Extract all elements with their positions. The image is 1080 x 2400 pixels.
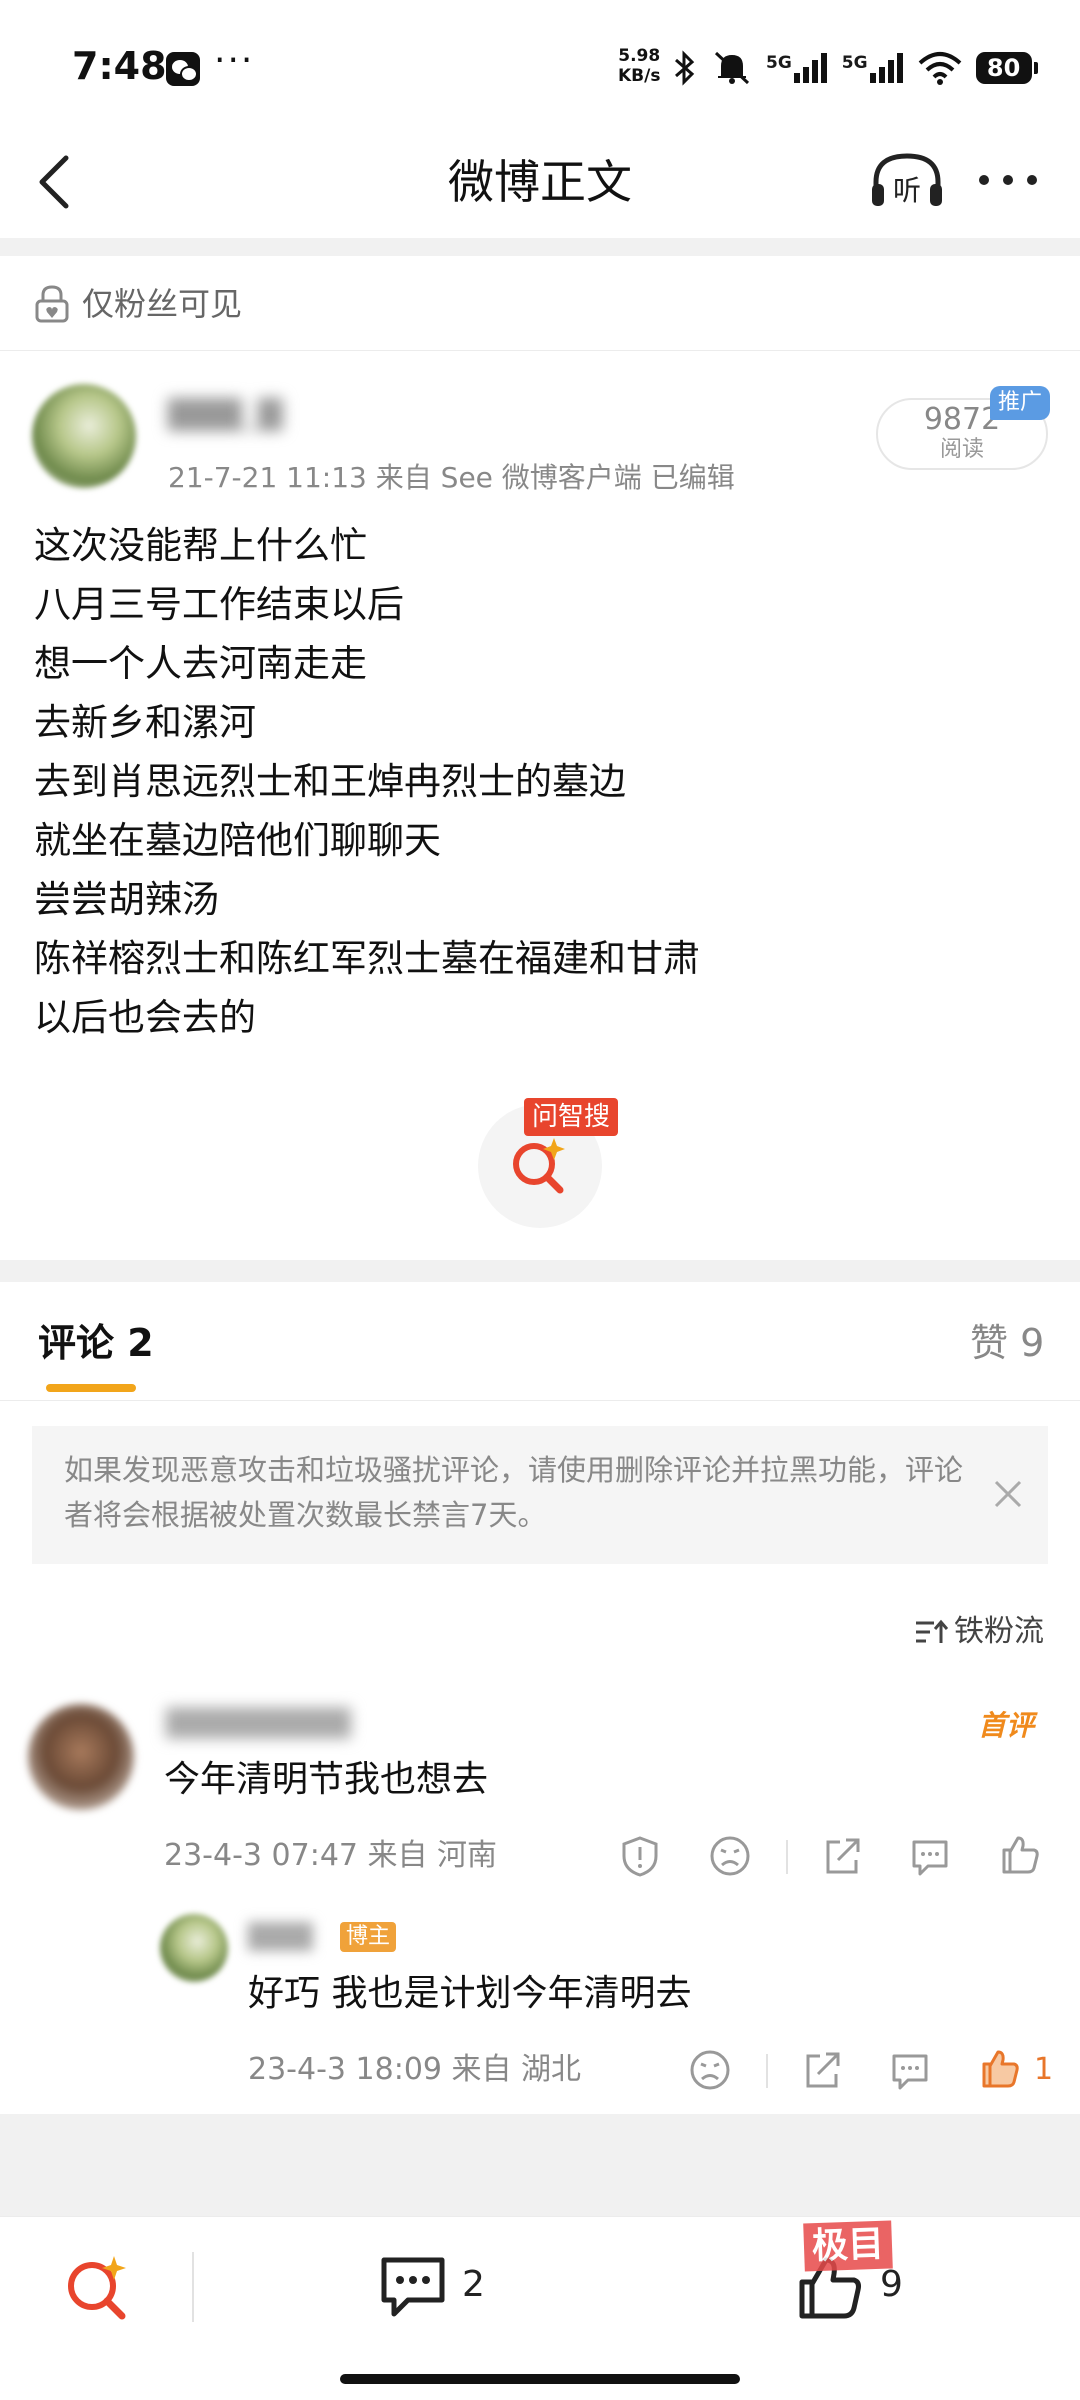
network-speed-unit: KB/s (618, 66, 661, 86)
author-name-blurred[interactable]: ▇▇▇_▇ (168, 392, 282, 432)
tab-likes[interactable]: 赞 9 (970, 1318, 1044, 1368)
reply-like-count: 1 (1034, 2052, 1054, 2087)
post-line: 就坐在墓边陪他们聊聊天 (34, 819, 441, 862)
like-thumb-icon[interactable] (998, 1832, 1042, 1876)
divider (0, 350, 1080, 351)
author-avatar[interactable] (32, 384, 136, 488)
post-line: 这次没能帮上什么忙 (34, 524, 367, 567)
jimu-watermark: 极目 (803, 2220, 893, 2272)
divider (0, 1400, 1080, 1401)
section-divider (0, 1260, 1080, 1282)
signal-5g-b: 5G (842, 53, 904, 83)
sort-icon (916, 1619, 948, 1643)
notice-text: 如果发现恶意攻击和垃圾骚扰评论，请使用删除评论并拉黑功能，评论者将会根据被处置次… (64, 1453, 964, 1532)
sort-label: 铁粉流 (954, 1614, 1044, 1649)
listen-headphones-icon[interactable]: 听 (870, 150, 944, 214)
comment-text: 今年清明节我也想去 (164, 1759, 489, 1800)
first-comment-badge: 首评 (978, 1709, 1035, 1742)
reply-comment-icon[interactable] (908, 1834, 952, 1878)
status-time: 7:48 (72, 44, 167, 88)
post-content: 这次没能帮上什么忙 八月三号工作结束以后 想一个人去河南走走 去新乡和漯河 去到… (34, 516, 1044, 1047)
close-icon[interactable] (986, 1472, 1030, 1516)
post-line: 陈祥榕烈士和陈红军烈士墓在福建和甘肃 (34, 937, 700, 980)
share-icon[interactable] (800, 2048, 844, 2092)
post-line: 以后也会去的 (34, 996, 256, 1039)
battery-indicator: 80 (975, 52, 1038, 84)
status-more-dots: ··· (214, 40, 255, 81)
sort-iron-fans-button[interactable]: 铁粉流 (914, 1610, 1044, 1654)
comment-icon[interactable] (378, 2254, 448, 2320)
wechat-notification-icon (166, 52, 200, 86)
like-count: 9 (880, 2264, 903, 2305)
privacy-label: 仅粉丝可见 (82, 285, 243, 323)
more-options-icon[interactable] (976, 160, 1040, 200)
bluetooth-icon (675, 50, 695, 86)
mute-bell-icon (714, 51, 750, 85)
post-line: 去新乡和漯河 (34, 701, 256, 744)
promote-tag[interactable]: 推广 (990, 386, 1051, 420)
action-separator (766, 2054, 768, 2088)
share-icon[interactable] (820, 1834, 864, 1878)
active-tab-indicator (46, 1384, 136, 1392)
tab-comments[interactable]: 评论 2 (38, 1318, 154, 1368)
signal-bars-icon (793, 53, 827, 83)
read-label: 阅读 (939, 437, 984, 462)
signal-bars-icon (869, 53, 903, 83)
wifi-icon (918, 52, 961, 85)
section-divider (0, 238, 1080, 256)
signal-5g-a: 5G (766, 53, 828, 83)
ai-search-icon (513, 1138, 565, 1194)
ai-search-icon[interactable] (62, 2252, 132, 2322)
comment-meta: 23-4-3 07:47 来自 河南 (164, 1838, 498, 1873)
network-speed: 5.98 KB/s (618, 46, 660, 86)
post-meta: 21-7-21 11:13 来自 See 微博客户端 已编辑 (168, 461, 735, 494)
blogger-badge: 博主 (340, 1922, 397, 1952)
report-icon[interactable] (618, 1834, 662, 1878)
listen-label: 听 (893, 174, 921, 207)
status-icons: 5G 5G 80 (672, 48, 1038, 88)
bottom-action-bar (0, 2216, 1080, 2400)
commenter-name-blurred[interactable]: ▇▇▇▇▇▇▇▇ (166, 1704, 351, 1739)
bottom-separator (192, 2252, 194, 2322)
moderation-notice: 如果发现恶意攻击和垃圾骚扰评论，请使用删除评论并拉黑功能，评论者将会根据被处置次… (32, 1426, 1048, 1564)
reply-text: 好巧 我也是计划今年清明去 (248, 1973, 692, 2014)
back-arrow-icon[interactable] (30, 152, 80, 212)
post-line: 去到肖思远烈士和王焯冉烈士的墓边 (34, 760, 626, 803)
network-speed-value: 5.98 (618, 46, 661, 66)
ai-search-tag: 问智搜 (524, 1098, 619, 1136)
lock-fans-only-icon (35, 285, 69, 323)
reply-meta: 23-4-3 18:09 来自 湖北 (248, 2052, 582, 2087)
home-indicator[interactable] (340, 2374, 740, 2384)
dislike-face-icon[interactable] (688, 2048, 732, 2092)
commenter-avatar[interactable] (28, 1704, 134, 1810)
dislike-face-icon[interactable] (708, 1834, 752, 1878)
liked-thumb-icon[interactable] (978, 2046, 1022, 2090)
page-title: 微博正文 (448, 155, 632, 209)
reply-comment-icon[interactable] (888, 2048, 932, 2092)
post-line: 尝尝胡辣汤 (34, 878, 219, 921)
reply-author-name-blurred[interactable]: ▇▇▇ (248, 1918, 313, 1951)
post-line: 八月三号工作结束以后 (34, 583, 404, 626)
comment-count: 2 (462, 2264, 485, 2305)
reply-author-avatar[interactable] (160, 1914, 228, 1982)
action-separator (786, 1840, 788, 1874)
post-line: 想一个人去河南走走 (34, 642, 367, 685)
footer-spacer (0, 2114, 1080, 2218)
signal-b-label: 5G (841, 53, 868, 73)
signal-a-label: 5G (766, 53, 792, 73)
